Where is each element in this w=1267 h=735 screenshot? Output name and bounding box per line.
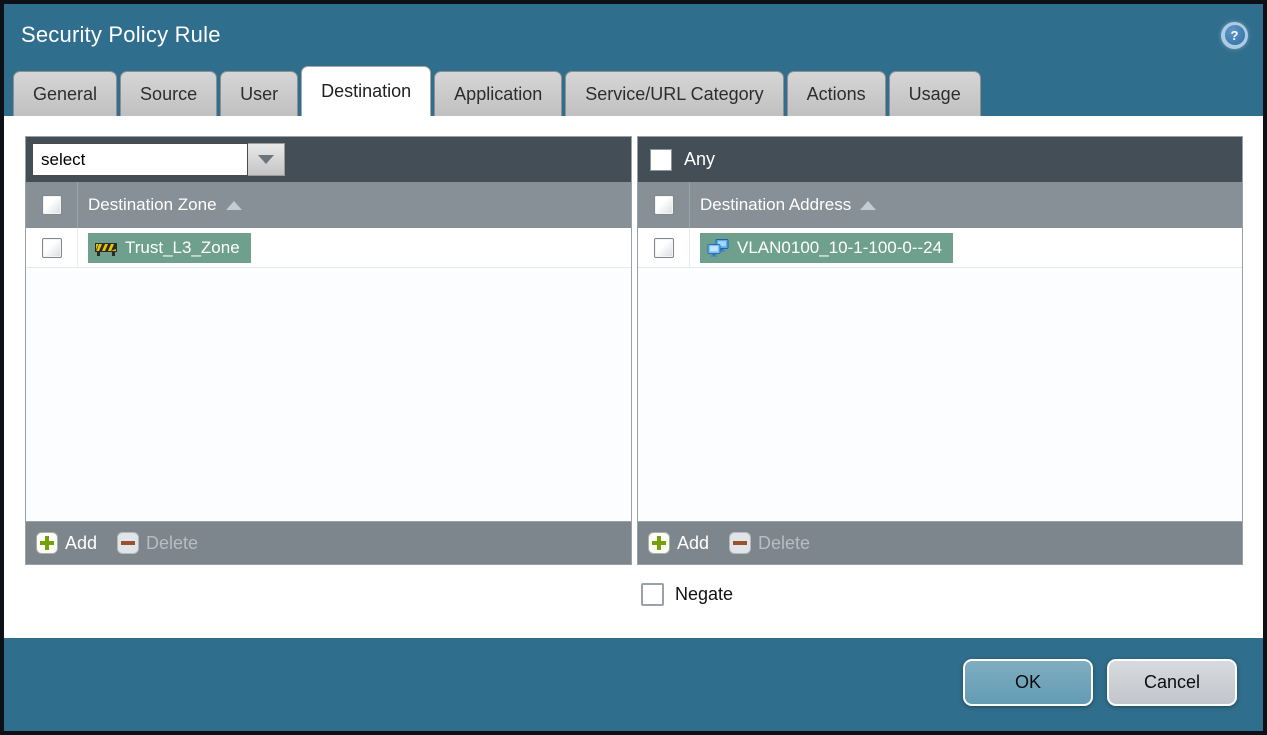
address-entry[interactable]: VLAN0100_10-1-100-0--24 bbox=[700, 232, 954, 263]
negate-checkbox[interactable] bbox=[641, 583, 664, 606]
table-row: VLAN0100_10-1-100-0--24 bbox=[638, 228, 1242, 268]
dialog-action-bar: OK Cancel bbox=[4, 638, 1263, 727]
destination-address-panel: Any Destination Address VLAN0100_10-1-10… bbox=[637, 136, 1243, 565]
tab-general[interactable]: General bbox=[13, 71, 118, 116]
dialog-title: Security Policy Rule bbox=[21, 22, 221, 47]
destination-zone-panel: Destination Zone bbox=[25, 136, 632, 565]
delete-zone-button[interactable]: Delete bbox=[117, 532, 198, 554]
tab-user[interactable]: User bbox=[220, 71, 299, 116]
help-icon[interactable]: ? bbox=[1221, 21, 1248, 49]
zone-column-header: Destination Zone bbox=[26, 182, 631, 228]
zone-toolbar bbox=[26, 137, 631, 182]
address-row-check-cell bbox=[638, 228, 690, 267]
zone-column-title[interactable]: Destination Zone bbox=[88, 195, 217, 215]
ok-button[interactable]: OK bbox=[963, 659, 1093, 706]
zone-select-input[interactable] bbox=[32, 143, 248, 176]
tab-application[interactable]: Application bbox=[434, 71, 563, 116]
delete-button-label: Delete bbox=[146, 532, 199, 553]
minus-icon bbox=[729, 532, 752, 554]
add-button-label: Add bbox=[677, 532, 710, 553]
zone-select-combo bbox=[32, 143, 285, 176]
network-computers-icon bbox=[707, 238, 729, 257]
tab-service-url-category[interactable]: Service/URL Category bbox=[565, 71, 784, 116]
negate-label: Negate bbox=[675, 584, 734, 604]
address-select-all-checkbox[interactable] bbox=[653, 195, 674, 215]
plus-icon bbox=[36, 532, 58, 554]
zone-header-check-cell bbox=[26, 182, 78, 228]
dialog-titlebar: Security Policy Rule ? bbox=[4, 4, 1263, 66]
panels-row: Destination Zone bbox=[25, 136, 1243, 565]
address-column-title[interactable]: Destination Address bbox=[700, 195, 851, 215]
plus-icon bbox=[648, 532, 670, 554]
any-label: Any bbox=[684, 149, 716, 169]
sort-asc-icon[interactable] bbox=[225, 200, 242, 210]
tab-source[interactable]: Source bbox=[120, 71, 218, 116]
zone-row-check-cell bbox=[26, 228, 78, 267]
minus-icon bbox=[117, 532, 140, 554]
add-zone-button[interactable]: Add bbox=[36, 532, 97, 554]
tab-usage[interactable]: Usage bbox=[888, 71, 981, 116]
any-checkbox[interactable] bbox=[650, 148, 672, 171]
address-toolbar: Any bbox=[638, 137, 1242, 182]
tab-actions[interactable]: Actions bbox=[786, 71, 886, 116]
zone-footer: Add Delete bbox=[26, 521, 631, 564]
delete-button-label: Delete bbox=[758, 532, 811, 553]
table-row: Trust_L3_Zone bbox=[26, 228, 631, 268]
security-policy-rule-dialog: Security Policy Rule ? General Source Us… bbox=[0, 0, 1267, 735]
cancel-button[interactable]: Cancel bbox=[1107, 659, 1237, 706]
tab-destination[interactable]: Destination bbox=[301, 66, 432, 116]
add-button-label: Add bbox=[65, 532, 98, 553]
chevron-down-icon bbox=[258, 155, 274, 164]
zone-list: Trust_L3_Zone bbox=[26, 228, 631, 521]
zone-row-checkbox[interactable] bbox=[41, 237, 62, 258]
zone-select-all-checkbox[interactable] bbox=[41, 195, 62, 215]
tab-strip: General Source User Destination Applicat… bbox=[4, 66, 1263, 116]
destination-tab-content: Destination Zone bbox=[4, 116, 1263, 638]
sort-asc-icon[interactable] bbox=[860, 200, 877, 210]
address-footer: Add Delete bbox=[638, 521, 1242, 564]
address-list: VLAN0100_10-1-100-0--24 bbox=[638, 228, 1242, 521]
any-wrap: Any bbox=[644, 148, 716, 171]
address-row-checkbox[interactable] bbox=[653, 237, 674, 258]
address-header-check-cell bbox=[638, 182, 690, 228]
zone-barrier-icon bbox=[95, 242, 117, 256]
question-mark-glyph: ? bbox=[1224, 25, 1245, 45]
negate-row: Negate bbox=[641, 583, 1243, 606]
zone-entry[interactable]: Trust_L3_Zone bbox=[88, 232, 251, 263]
add-address-button[interactable]: Add bbox=[648, 532, 709, 554]
zone-entry-label: Trust_L3_Zone bbox=[125, 237, 240, 257]
delete-address-button[interactable]: Delete bbox=[729, 532, 810, 554]
address-column-header: Destination Address bbox=[638, 182, 1242, 228]
address-entry-label: VLAN0100_10-1-100-0--24 bbox=[737, 237, 943, 257]
zone-select-dropdown-button[interactable] bbox=[248, 143, 285, 176]
